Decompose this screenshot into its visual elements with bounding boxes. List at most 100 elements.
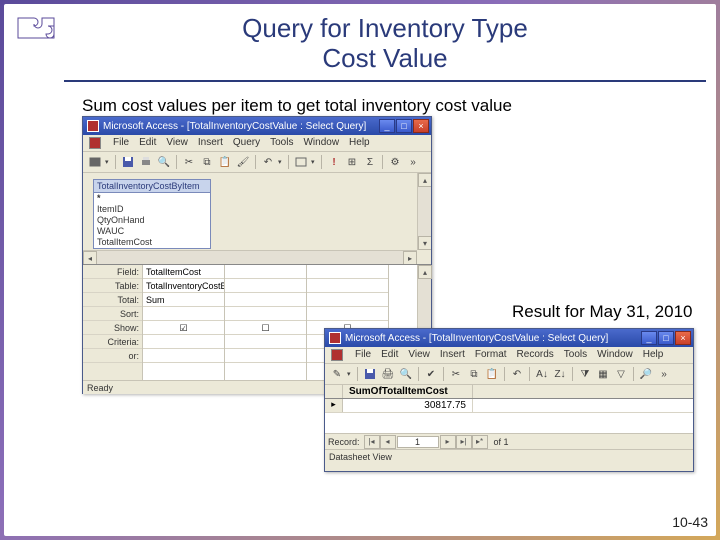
cut-icon[interactable]: ✂: [448, 366, 464, 382]
show-table-icon[interactable]: ⊞: [344, 154, 360, 170]
view-button[interactable]: [87, 154, 103, 170]
paste-icon[interactable]: 📋: [217, 154, 233, 170]
menu-query[interactable]: Query: [233, 137, 260, 149]
col2-show-checkbox[interactable]: ☐: [225, 321, 306, 335]
query-type-icon[interactable]: [293, 154, 309, 170]
cut-icon[interactable]: ✂: [181, 154, 197, 170]
print-icon[interactable]: 🖨: [380, 366, 396, 382]
view-dropdown[interactable]: ▾: [105, 158, 111, 166]
menu-records[interactable]: Records: [517, 349, 554, 361]
menu-file[interactable]: File: [113, 137, 129, 149]
maximize-button[interactable]: □: [396, 119, 412, 133]
totals-icon[interactable]: Σ: [362, 154, 378, 170]
menu-file[interactable]: File: [355, 349, 371, 361]
grid-scroll-up-icon[interactable]: ▴: [418, 265, 432, 279]
maximize-button[interactable]: □: [658, 331, 674, 345]
data-row-1[interactable]: ▸ 30817.75: [325, 399, 693, 413]
col1-sort[interactable]: [143, 307, 224, 321]
menu-edit[interactable]: Edit: [381, 349, 398, 361]
menu-window[interactable]: Window: [597, 349, 633, 361]
filter-selection-icon[interactable]: ⧩: [577, 366, 593, 382]
col1-total[interactable]: Sum: [143, 293, 224, 307]
filter-toggle-icon[interactable]: ▽: [613, 366, 629, 382]
table-diagram-pane[interactable]: TotalInventoryCostByItem * ItemID QtyOnH…: [83, 173, 431, 265]
field-itemid[interactable]: ItemID: [94, 204, 210, 215]
col1-criteria[interactable]: [143, 335, 224, 349]
col1-or[interactable]: [143, 349, 224, 363]
menu-view[interactable]: View: [166, 137, 188, 149]
print-icon[interactable]: [138, 154, 154, 170]
properties-icon[interactable]: ⚙: [387, 154, 403, 170]
field-totalitemcost[interactable]: TotalItemCost: [94, 237, 210, 248]
datasheet-area[interactable]: SumOfTotalItemCost ▸ 30817.75: [325, 385, 693, 433]
scroll-up-icon[interactable]: ▴: [418, 173, 431, 187]
nav-next-icon[interactable]: ▸: [440, 435, 456, 449]
field-qtyonhand[interactable]: QtyOnHand: [94, 215, 210, 226]
spelling-icon[interactable]: ✔: [423, 366, 439, 382]
minimize-button[interactable]: _: [379, 119, 395, 133]
upper-hscrollbar[interactable]: ◂ ▸: [83, 250, 417, 264]
print-preview-icon[interactable]: 🔍: [156, 154, 172, 170]
filter-form-icon[interactable]: ▦: [595, 366, 611, 382]
menu-help[interactable]: Help: [349, 137, 370, 149]
row-selector-icon[interactable]: ▸: [325, 399, 343, 412]
col1-table[interactable]: TotalInventoryCostByItem: [143, 279, 224, 293]
menu-format[interactable]: Format: [475, 349, 507, 361]
sort-desc-icon[interactable]: Z↓: [552, 366, 568, 382]
scroll-down-icon[interactable]: ▾: [418, 236, 431, 250]
menu-edit[interactable]: Edit: [139, 137, 156, 149]
grid-col-2[interactable]: ☐: [225, 265, 307, 380]
design-titlebar[interactable]: Microsoft Access - [TotalInventoryCostVa…: [83, 117, 431, 135]
undo-dropdown[interactable]: ▾: [278, 158, 284, 166]
format-painter-icon[interactable]: 🖌: [235, 154, 251, 170]
sort-asc-icon[interactable]: A↓: [534, 366, 550, 382]
column-header-sum[interactable]: SumOfTotalItemCost: [343, 385, 473, 398]
source-table-fieldlist[interactable]: TotalInventoryCostByItem * ItemID QtyOnH…: [93, 179, 211, 249]
upper-vscrollbar[interactable]: ▴ ▾: [417, 173, 431, 250]
menu-tools[interactable]: Tools: [564, 349, 587, 361]
scroll-right-icon[interactable]: ▸: [403, 251, 417, 265]
select-all-corner[interactable]: [325, 385, 343, 398]
menu-help[interactable]: Help: [643, 349, 664, 361]
menu-window[interactable]: Window: [303, 137, 339, 149]
minimize-button[interactable]: _: [641, 331, 657, 345]
nav-first-icon[interactable]: |◂: [364, 435, 380, 449]
nav-last-icon[interactable]: ▸|: [456, 435, 472, 449]
copy-icon[interactable]: ⧉: [199, 154, 215, 170]
label-total: Total:: [83, 293, 142, 307]
nav-prev-icon[interactable]: ◂: [380, 435, 396, 449]
menu-tools[interactable]: Tools: [270, 137, 293, 149]
toolbar-overflow-icon[interactable]: »: [405, 154, 421, 170]
copy-icon[interactable]: ⧉: [466, 366, 482, 382]
field-wauc[interactable]: WAUC: [94, 226, 210, 237]
query-type-dropdown[interactable]: ▾: [311, 158, 317, 166]
scroll-corner: [417, 250, 431, 264]
run-icon[interactable]: !: [326, 154, 342, 170]
field-star[interactable]: *: [94, 193, 210, 204]
save-icon[interactable]: [120, 154, 136, 170]
menu-insert[interactable]: Insert: [198, 137, 223, 149]
close-button[interactable]: ×: [413, 119, 429, 133]
record-number-input[interactable]: 1: [397, 436, 439, 448]
result-titlebar[interactable]: Microsoft Access - [TotalInventoryCostVa…: [325, 329, 693, 347]
col1-show-checkbox[interactable]: ☑: [143, 321, 224, 335]
label-or: or:: [83, 349, 142, 363]
menu-insert[interactable]: Insert: [440, 349, 465, 361]
toolbar-overflow-icon[interactable]: »: [656, 366, 672, 382]
nav-new-icon[interactable]: ▸*: [472, 435, 488, 449]
view-dropdown[interactable]: ▾: [347, 370, 353, 378]
print-preview-icon[interactable]: 🔍: [398, 366, 414, 382]
undo-icon[interactable]: ↶: [260, 154, 276, 170]
col1-field[interactable]: TotalItemCost: [143, 265, 224, 279]
menu-view[interactable]: View: [408, 349, 430, 361]
sum-value-cell[interactable]: 30817.75: [343, 399, 473, 412]
undo-icon[interactable]: ↶: [509, 366, 525, 382]
save-icon[interactable]: [362, 366, 378, 382]
view-button[interactable]: ✎: [329, 366, 345, 382]
paste-icon[interactable]: 📋: [484, 366, 500, 382]
scroll-left-icon[interactable]: ◂: [83, 251, 97, 265]
close-button[interactable]: ×: [675, 331, 691, 345]
find-icon[interactable]: 🔎: [638, 366, 654, 382]
result-label: Result for May 31, 2010: [512, 302, 692, 322]
grid-col-1[interactable]: TotalItemCost TotalInventoryCostByItem S…: [143, 265, 225, 380]
